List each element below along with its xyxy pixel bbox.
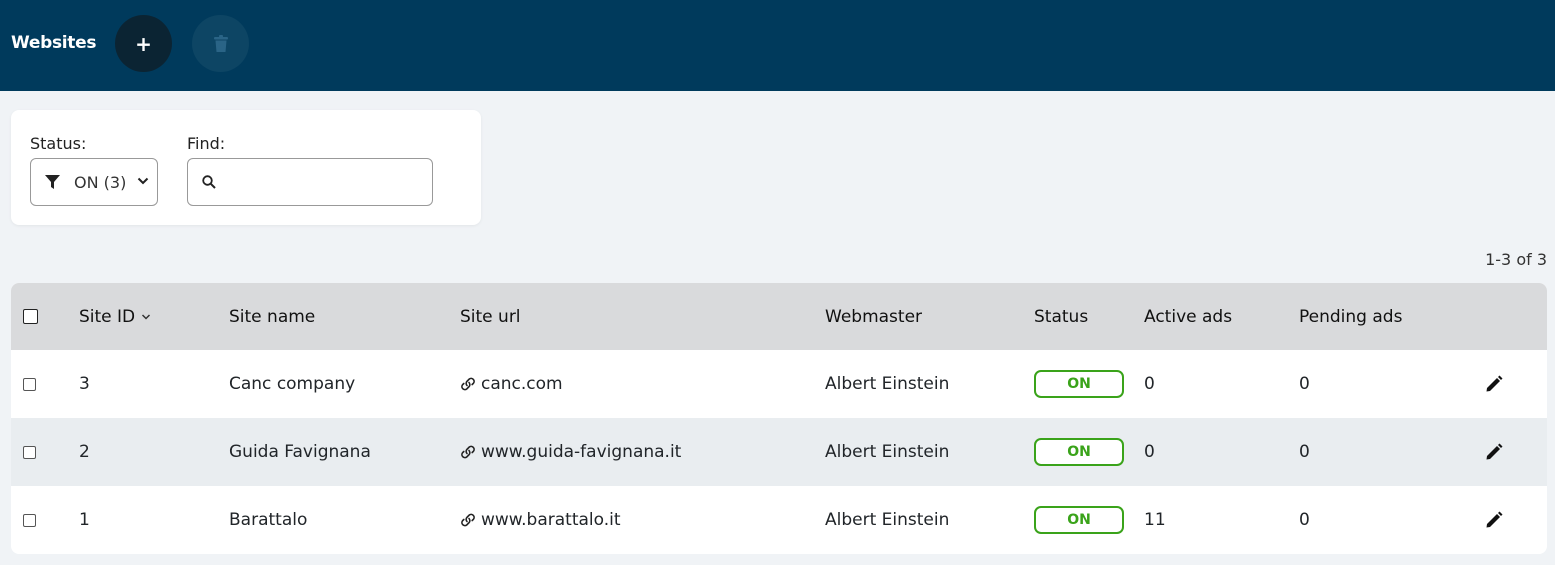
column-header-site-id[interactable]: Site ID — [79, 283, 151, 350]
table-row: 1 Barattalo www.barattalo.it Albert Eins… — [11, 486, 1547, 554]
delete-button[interactable] — [192, 15, 249, 72]
pending-ads: 0 — [1299, 442, 1310, 462]
site-url-link[interactable]: canc.com — [460, 374, 563, 394]
site-id: 2 — [79, 442, 90, 462]
edit-button[interactable] — [1485, 486, 1503, 554]
site-name: Canc company — [229, 374, 356, 394]
site-id: 3 — [79, 374, 90, 394]
row-checkbox[interactable] — [23, 445, 36, 459]
site-url-text: www.barattalo.it — [481, 510, 621, 530]
select-all-checkbox[interactable] — [23, 309, 38, 324]
filter-panel: Status: Find: ON (3) — [11, 110, 481, 225]
link-icon — [461, 445, 475, 459]
site-name: Guida Favignana — [229, 442, 371, 462]
sort-chevron-icon — [142, 313, 151, 320]
filter-icon — [45, 175, 60, 189]
site-url-cell: canc.com — [460, 350, 563, 418]
status-filter-label: Status: — [30, 134, 87, 153]
pencil-icon — [1486, 443, 1503, 460]
search-field[interactable] — [187, 158, 433, 206]
row-select-cell — [23, 418, 36, 486]
edit-button[interactable] — [1485, 350, 1503, 418]
site-url-link[interactable]: www.guida-favignana.it — [460, 442, 681, 462]
column-header-status: Status — [1034, 306, 1089, 327]
column-header-active-ads: Active ads — [1144, 306, 1233, 327]
active-ads: 0 — [1144, 442, 1155, 462]
pending-ads: 0 — [1299, 374, 1310, 394]
site-name: Barattalo — [229, 510, 308, 530]
pencil-icon — [1486, 375, 1503, 392]
chevron-down-icon — [137, 177, 149, 185]
add-website-button[interactable]: + — [115, 15, 172, 72]
row-select-cell — [23, 486, 36, 554]
site-url-text: canc.com — [481, 374, 563, 394]
active-ads: 11 — [1144, 510, 1166, 530]
edit-button[interactable] — [1485, 418, 1503, 486]
row-checkbox[interactable] — [23, 377, 36, 391]
status-filter-value: ON (3) — [74, 172, 127, 192]
status-cell: ON — [1034, 350, 1124, 418]
trash-icon — [213, 34, 228, 52]
pencil-icon — [1486, 511, 1503, 528]
status-badge[interactable]: ON — [1034, 506, 1124, 534]
column-label-site-id: Site ID — [79, 306, 136, 327]
webmaster: Albert Einstein — [825, 442, 950, 462]
active-ads: 0 — [1144, 374, 1155, 394]
webmaster: Albert Einstein — [825, 510, 950, 530]
pagination-info: 1-3 of 3 — [1485, 250, 1547, 269]
status-cell: ON — [1034, 486, 1124, 554]
pending-ads: 0 — [1299, 510, 1310, 530]
site-url-link[interactable]: www.barattalo.it — [460, 510, 621, 530]
websites-table: Site ID Site name Site url Webmaster Sta… — [11, 283, 1547, 554]
row-select-cell — [23, 350, 36, 418]
site-url-cell: www.barattalo.it — [460, 486, 621, 554]
search-input[interactable] — [224, 172, 424, 192]
plus-icon: + — [135, 31, 152, 56]
link-icon — [461, 377, 475, 391]
page-title: Websites — [11, 33, 97, 53]
status-badge[interactable]: ON — [1034, 370, 1124, 398]
site-id: 1 — [79, 510, 90, 530]
column-header-pending-ads: Pending ads — [1299, 306, 1403, 327]
top-bar: Websites + — [0, 0, 1555, 91]
site-url-text: www.guida-favignana.it — [481, 442, 682, 462]
column-header-webmaster: Webmaster — [825, 306, 923, 327]
table-row: 3 Canc company canc.com Albert Einstein … — [11, 350, 1547, 418]
column-header-site-name: Site name — [229, 306, 316, 327]
site-url-cell: www.guida-favignana.it — [460, 418, 681, 486]
status-filter-select[interactable]: ON (3) — [30, 158, 158, 206]
status-cell: ON — [1034, 418, 1124, 486]
table-header: Site ID Site name Site url Webmaster Sta… — [11, 283, 1547, 350]
column-header-site-url: Site url — [460, 306, 521, 327]
search-icon — [202, 175, 216, 189]
table-row: 2 Guida Favignana www.guida-favignana.it… — [11, 418, 1547, 486]
link-icon — [461, 513, 475, 527]
webmaster: Albert Einstein — [825, 374, 950, 394]
status-badge[interactable]: ON — [1034, 438, 1124, 466]
select-all-cell — [23, 283, 38, 350]
find-label: Find: — [187, 134, 226, 153]
row-checkbox[interactable] — [23, 513, 36, 527]
